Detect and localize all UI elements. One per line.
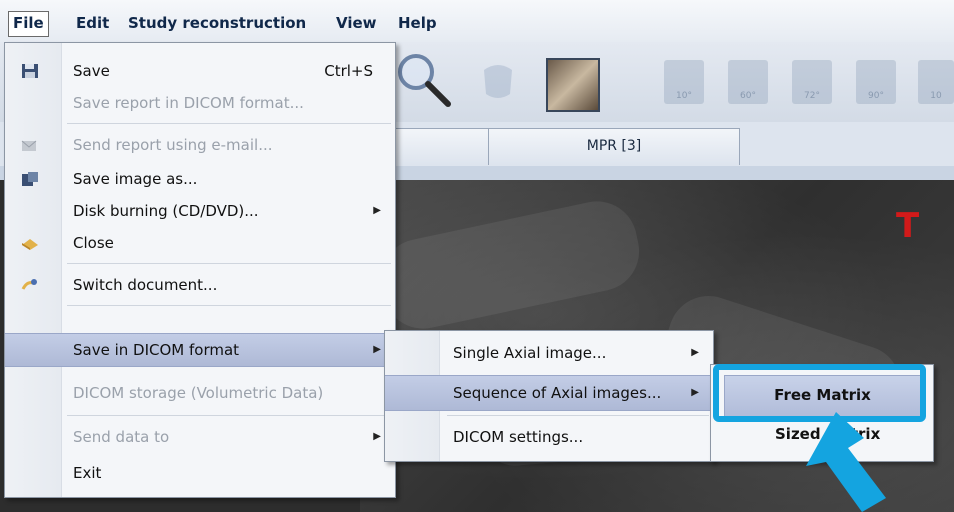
menu-item-send-report-email[interactable]: Send report using e-mail... bbox=[5, 129, 395, 161]
menu-study-reconstruction[interactable]: Study reconstruction bbox=[124, 13, 310, 35]
switch-document-icon bbox=[21, 279, 37, 290]
menu-bar: File Edit Study reconstruction View Help bbox=[0, 0, 954, 43]
email-icon bbox=[21, 140, 37, 151]
floppy-disk-icon bbox=[22, 64, 38, 78]
menu-item-sequence-axial-images[interactable]: Sequence of Axial images... ▶ bbox=[385, 375, 713, 411]
save-image-icon bbox=[22, 172, 38, 186]
menu-item-save[interactable]: Save Ctrl+S bbox=[5, 55, 395, 87]
menu-separator bbox=[67, 415, 391, 416]
submenu-arrow-icon: ▶ bbox=[373, 431, 381, 442]
rotate-10-icon[interactable]: 10° bbox=[664, 60, 704, 104]
menu-item-save-image-as[interactable]: Save image as... bbox=[5, 163, 395, 195]
menu-item-exit[interactable]: Exit bbox=[5, 457, 395, 489]
submenu-arrow-icon: ▶ bbox=[691, 347, 699, 358]
ct-texture bbox=[373, 193, 647, 337]
rotate-60-icon[interactable]: 60° bbox=[728, 60, 768, 104]
rotate-72-icon[interactable]: 72° bbox=[792, 60, 832, 104]
save-dicom-submenu: Single Axial image... ▶ Sequence of Axia… bbox=[384, 330, 714, 462]
menu-item-send-data-to[interactable]: Send data to ▶ bbox=[5, 421, 395, 453]
tab-mpr[interactable]: MPR [3] bbox=[488, 128, 740, 165]
menu-item-switch-document[interactable]: Switch document... bbox=[5, 269, 395, 301]
menu-item-close[interactable]: Close bbox=[5, 227, 395, 259]
menu-file[interactable]: File bbox=[8, 11, 49, 37]
menu-separator bbox=[447, 415, 709, 416]
orientation-marker: T bbox=[896, 206, 920, 246]
menu-edit[interactable]: Edit bbox=[72, 13, 113, 35]
menu-item-disk-burning[interactable]: Disk burning (CD/DVD)... ▶ bbox=[5, 195, 395, 227]
menu-help[interactable]: Help bbox=[394, 13, 441, 35]
skull-3d-icon[interactable] bbox=[478, 60, 518, 104]
menu-separator bbox=[67, 263, 391, 264]
menu-item-save-report-dicom[interactable]: Save report in DICOM format... bbox=[5, 87, 395, 119]
menu-item-single-axial-image[interactable]: Single Axial image... ▶ bbox=[385, 337, 713, 369]
submenu-arrow-icon: ▶ bbox=[691, 387, 699, 398]
menu-separator bbox=[67, 123, 391, 124]
menu-item-dicom-storage[interactable]: DICOM storage (Volumetric Data) bbox=[5, 377, 395, 409]
close-folder-icon bbox=[22, 239, 38, 250]
menu-view[interactable]: View bbox=[332, 13, 381, 35]
rotate-extra-icon[interactable]: 10 bbox=[918, 60, 954, 104]
volume-render-thumbnail-icon[interactable] bbox=[546, 58, 600, 112]
annotation-arrow-icon bbox=[806, 412, 886, 512]
file-menu: Save Ctrl+S Save report in DICOM format.… bbox=[4, 42, 396, 498]
submenu-arrow-icon: ▶ bbox=[373, 205, 381, 216]
rotate-90-icon[interactable]: 90° bbox=[856, 60, 896, 104]
submenu-arrow-icon: ▶ bbox=[373, 344, 381, 355]
menu-item-save-in-dicom[interactable]: Save in DICOM format ▶ bbox=[5, 333, 395, 367]
menu-item-dicom-settings[interactable]: DICOM settings... bbox=[385, 421, 713, 453]
zoom-magnifier-icon[interactable] bbox=[392, 48, 456, 112]
menu-separator bbox=[67, 305, 391, 306]
